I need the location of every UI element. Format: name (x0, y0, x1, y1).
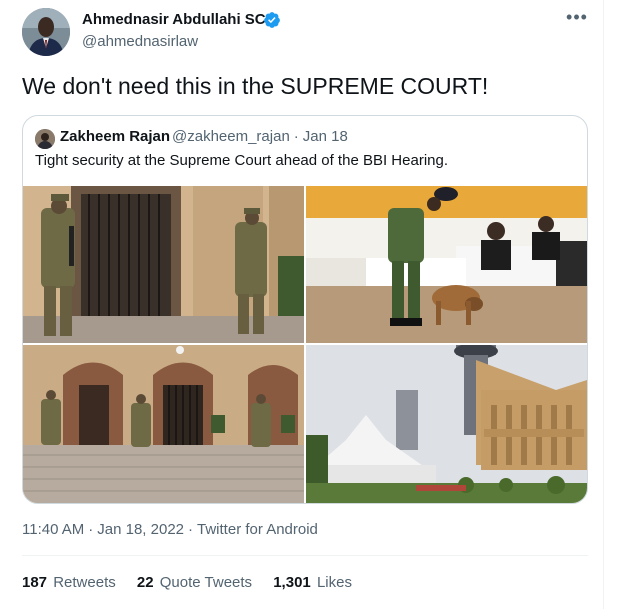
meta-separator-2: · (188, 521, 194, 538)
likes-label: Likes (316, 574, 352, 591)
retweets-stat[interactable]: 187 Retweets (22, 574, 116, 591)
more-options-icon[interactable]: ••• (566, 8, 588, 30)
quoted-tweet[interactable]: Zakheem Rajan @zakheem_rajan · Jan 18 Tigh… (22, 115, 588, 504)
tweet-text: We don't need this in the SUPREME COURT! (22, 73, 489, 99)
quote-tweets-label: Quote Tweets (159, 574, 253, 591)
quoted-meta: @zakheem_rajan · Jan 18 (172, 128, 352, 145)
media-grid (23, 186, 587, 503)
quoted-author-name[interactable]: Zakheem Rajan (60, 128, 170, 145)
author-name[interactable]: Ahmednasir Abdullahi SC (82, 11, 266, 28)
photo-security-guards-entrance[interactable] (23, 186, 304, 343)
engagement-stats: 187 Retweets 22 Quote Tweets 1,301 Likes (22, 574, 369, 591)
author-avatar[interactable] (22, 8, 70, 56)
quoted-date[interactable]: Jan 18 (303, 128, 348, 145)
quoted-author-avatar[interactable] (35, 129, 55, 149)
quoted-separator: · (293, 128, 299, 145)
author-handle[interactable]: @ahmednasirlaw (82, 33, 198, 50)
meta-separator-1: · (88, 521, 94, 538)
tweet-time[interactable]: 11:40 AM (22, 521, 84, 538)
photo-supreme-court-building-tent[interactable] (306, 345, 587, 503)
photo-guards-on-court-steps[interactable] (23, 345, 304, 503)
retweets-label: Retweets (53, 574, 116, 591)
tweet-source[interactable]: Twitter for Android (197, 521, 318, 538)
tweet-meta: 11:40 AM · Jan 18, 2022 · Twitter for Androi… (22, 521, 322, 538)
retweets-count: 187 (22, 574, 48, 591)
tweet-date[interactable]: Jan 18, 2022 (97, 521, 184, 538)
quoted-tweet-text: Tight security at the Supreme Court ahea… (35, 152, 448, 169)
likes-stat[interactable]: 1,301 Likes (273, 574, 352, 591)
divider (22, 555, 588, 556)
photo-police-dog-inspection[interactable] (306, 186, 587, 343)
quote-tweets-count: 22 (136, 574, 154, 591)
quote-tweets-stat[interactable]: 22 Quote Tweets (137, 574, 252, 591)
likes-count: 1,301 (273, 574, 311, 591)
quoted-author-handle[interactable]: @zakheem_rajan (172, 128, 290, 145)
tweet-detail: Ahmednasir Abdullahi SC @ahmednasirlaw •… (0, 0, 604, 609)
verified-badge-icon (263, 11, 281, 29)
